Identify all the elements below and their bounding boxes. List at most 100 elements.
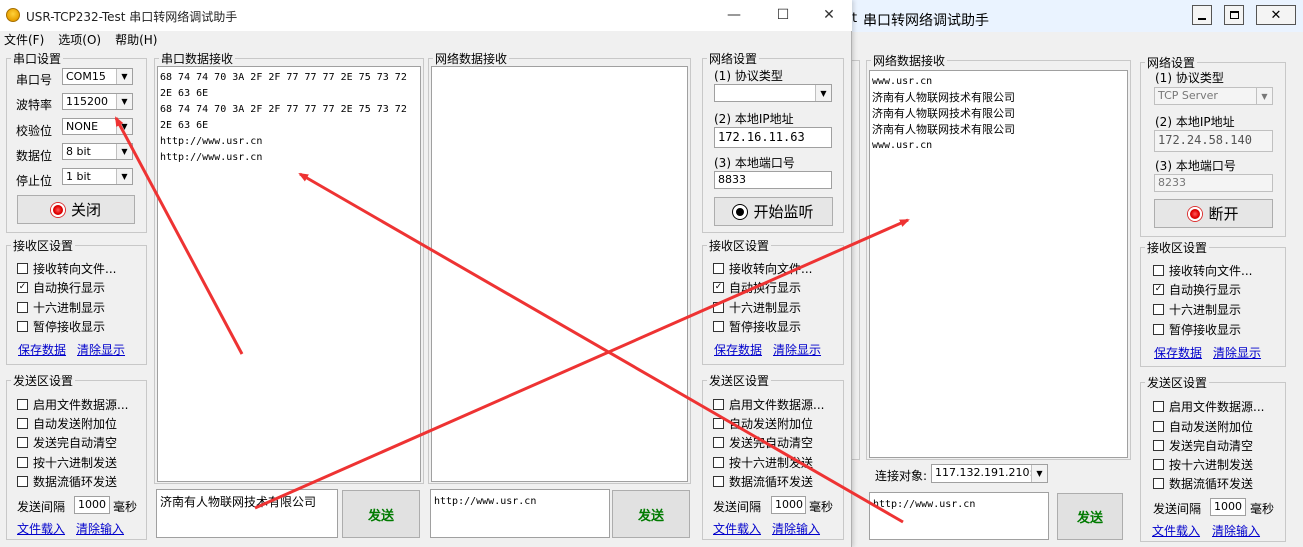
port-number-value: 8833: [718, 173, 746, 186]
tx-right-checkbox[interactable]: 发送完自动清空: [713, 434, 813, 451]
back-save-data-link[interactable]: 保存数据: [1154, 344, 1202, 361]
clear-input-left-link[interactable]: 清除输入: [76, 520, 124, 537]
save-data-left-link[interactable]: 保存数据: [18, 341, 66, 358]
serial-settings-label: 串口设置: [11, 50, 64, 67]
back-clear-display-link[interactable]: 清除显示: [1213, 344, 1261, 361]
databits-select[interactable]: 8 bit ▼: [62, 143, 133, 160]
start-listen-button[interactable]: 开始监听: [714, 197, 833, 226]
rx-settings-right-label: 接收区设置: [707, 237, 772, 254]
checkbox-icon: [713, 302, 724, 313]
clear-display-left-link[interactable]: 清除显示: [77, 341, 125, 358]
tx-right-checkbox[interactable]: 启用文件数据源...: [713, 396, 824, 413]
rx-left-checkbox[interactable]: ✓ 自动换行显示: [17, 279, 105, 296]
tx-left-checkbox-label: 发送完自动清空: [33, 436, 118, 450]
front-close-button[interactable]: ✕: [806, 0, 852, 30]
file-load-right-link[interactable]: 文件载入: [713, 520, 761, 537]
tx-right-checkbox[interactable]: 按十六进制发送: [713, 454, 813, 471]
clear-display-right-link[interactable]: 清除显示: [773, 341, 821, 358]
checkbox-checked-icon: ✓: [17, 282, 28, 293]
serial-rx-area[interactable]: 68 74 74 70 3A 2F 2F 77 77 77 2E 75 73 7…: [157, 66, 421, 482]
serial-send-label: 发送: [367, 508, 394, 524]
menu-help[interactable]: 帮助(H): [115, 31, 157, 49]
serial-close-button[interactable]: 关闭: [17, 195, 135, 224]
menu-file[interactable]: 文件(F): [4, 31, 44, 49]
back-rx-checkbox[interactable]: ✓ 自动换行显示: [1153, 281, 1241, 298]
rx-left-checkbox[interactable]: 接收转向文件...: [17, 260, 116, 277]
save-data-right-link[interactable]: 保存数据: [714, 341, 762, 358]
baud-label: 波特率: [16, 98, 53, 112]
parity-select[interactable]: NONE ▼: [62, 118, 133, 135]
protocol-select[interactable]: ▼: [714, 84, 832, 102]
serial-rx-line: 68 74 74 70 3A 2F 2F 77 77 77 2E 75 73 7…: [160, 104, 407, 115]
interval-left-field[interactable]: 1000: [74, 496, 110, 514]
interval-left-unit: 毫秒: [113, 500, 138, 514]
net-send-button[interactable]: 发送: [612, 490, 690, 538]
back-send-button[interactable]: 发送: [1057, 493, 1123, 540]
port-select[interactable]: COM15 ▼: [62, 68, 133, 85]
net-send-input[interactable]: http://www.usr.cn: [430, 489, 610, 538]
back-tx-checkbox[interactable]: 按十六进制发送: [1153, 456, 1253, 473]
clear-input-right-link[interactable]: 清除输入: [772, 520, 820, 537]
back-minimize-button[interactable]: [1192, 5, 1212, 25]
back-protocol-select[interactable]: TCP Server ▼: [1154, 87, 1273, 105]
ip-field[interactable]: 172.16.11.63: [714, 127, 832, 148]
checkbox-icon: [1153, 265, 1164, 276]
tx-left-checkbox[interactable]: 按十六进制发送: [17, 454, 117, 471]
menu-options[interactable]: 选项(O): [58, 31, 101, 49]
serial-send-input[interactable]: 济南有人物联网技术有限公司: [156, 489, 338, 538]
back-maximize-button[interactable]: [1224, 5, 1244, 25]
back-send-input[interactable]: http://www.usr.cn: [869, 492, 1049, 540]
chevron-down-icon: ▼: [116, 119, 132, 134]
interval-right-field[interactable]: 1000: [771, 496, 806, 514]
tx-left-checkbox[interactable]: 自动发送附加位: [17, 415, 117, 432]
rx-right-checkbox[interactable]: 接收转向文件...: [713, 260, 812, 277]
port-number-field[interactable]: 8833: [714, 171, 832, 189]
back-port-value: 8233: [1158, 176, 1186, 189]
back-close-button[interactable]: ✕: [1256, 5, 1296, 25]
tx-left-checkbox[interactable]: 发送完自动清空: [17, 434, 117, 451]
serial-rx-label: 串口数据接收: [159, 50, 236, 67]
tx-left-checkbox[interactable]: 启用文件数据源...: [17, 396, 128, 413]
back-rx-checkbox[interactable]: 暂停接收显示: [1153, 321, 1241, 338]
back-rx-checkbox[interactable]: 十六进制显示: [1153, 301, 1241, 318]
rx-right-checkbox[interactable]: ✓ 自动换行显示: [713, 279, 801, 296]
serial-send-button[interactable]: 发送: [342, 490, 420, 538]
baud-select[interactable]: 115200 ▼: [62, 93, 133, 110]
back-connect-select[interactable]: 117.132.191.210:27 ▼: [931, 464, 1048, 483]
back-rx-checkbox-label: 暂停接收显示: [1169, 323, 1242, 337]
front-minimize-button[interactable]: —: [711, 0, 757, 30]
back-tx-checkbox[interactable]: 数据流循环发送: [1153, 475, 1253, 492]
tx-settings-right-label: 发送区设置: [707, 372, 772, 389]
tx-left-checkbox[interactable]: 数据流循环发送: [17, 473, 117, 490]
back-tx-checkbox[interactable]: 发送完自动清空: [1153, 437, 1253, 454]
back-interval-field[interactable]: 1000: [1210, 498, 1246, 516]
file-load-left-link[interactable]: 文件载入: [17, 520, 65, 537]
back-disconnect-button[interactable]: 断开: [1154, 199, 1273, 228]
back-tx-checkbox[interactable]: 自动发送附加位: [1153, 418, 1253, 435]
checkbox-icon: [713, 476, 724, 487]
tx-right-checkbox-label: 数据流循环发送: [729, 475, 814, 489]
back-title-prefix: t: [852, 11, 858, 26]
back-clear-input-link[interactable]: 清除输入: [1212, 522, 1260, 539]
rx-right-checkbox[interactable]: 暂停接收显示: [713, 318, 801, 335]
back-tx-checkbox[interactable]: 启用文件数据源...: [1153, 398, 1264, 415]
rx-left-checkbox[interactable]: 暂停接收显示: [17, 318, 105, 335]
stopbits-select[interactable]: 1 bit ▼: [62, 168, 133, 185]
back-rx-checkbox[interactable]: 接收转向文件...: [1153, 262, 1252, 279]
rx-right-checkbox[interactable]: 十六进制显示: [713, 299, 801, 316]
back-tx-settings-label: 发送区设置: [1145, 374, 1210, 391]
back-send-label: 发送: [1076, 511, 1103, 526]
net-rx-area[interactable]: [431, 66, 688, 482]
checkbox-icon: [713, 437, 724, 448]
databits-value: 8 bit: [66, 145, 91, 158]
front-maximize-button[interactable]: ☐: [760, 0, 806, 30]
rx-settings-left-label: 接收区设置: [11, 237, 76, 254]
back-file-load-link[interactable]: 文件载入: [1152, 522, 1200, 539]
back-ip-field[interactable]: 172.24.58.140: [1154, 130, 1273, 152]
back-net-rx-area[interactable]: www.usr.cn 济南有人物联网技术有限公司 济南有人物联网技术有限公司 济…: [869, 70, 1128, 458]
rx-left-checkbox[interactable]: 十六进制显示: [17, 299, 105, 316]
back-port-field[interactable]: 8233: [1154, 174, 1273, 192]
tx-right-checkbox[interactable]: 自动发送附加位: [713, 415, 813, 432]
serial-rx-line: 68 74 74 70 3A 2F 2F 77 77 77 2E 75 73 7…: [160, 72, 407, 83]
tx-right-checkbox[interactable]: 数据流循环发送: [713, 473, 813, 490]
